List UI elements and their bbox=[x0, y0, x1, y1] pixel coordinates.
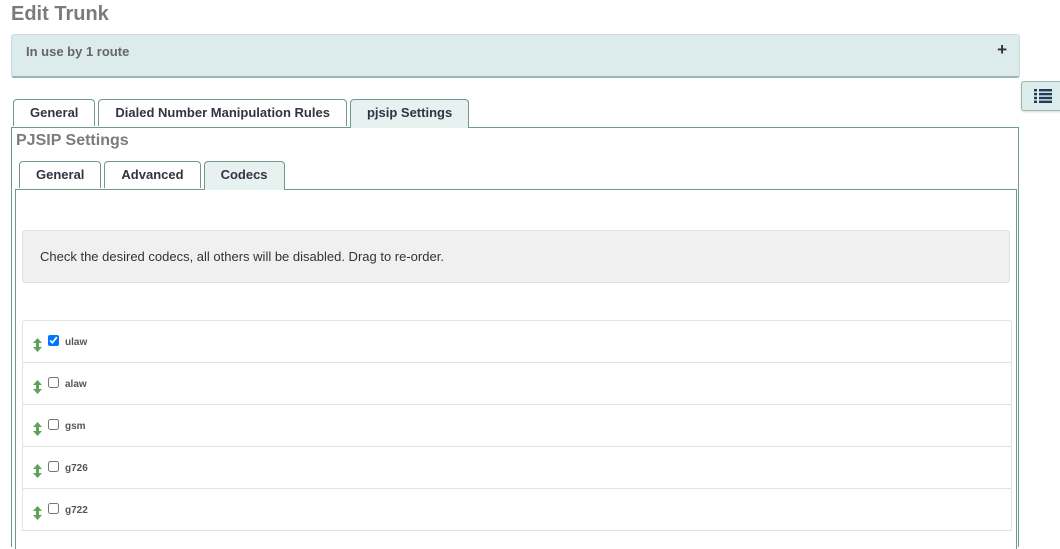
codec-row-g726[interactable]: g726 bbox=[23, 447, 1011, 489]
codec-checkbox-g726[interactable] bbox=[48, 461, 59, 472]
drag-arrows-icon[interactable] bbox=[33, 506, 42, 520]
tab-dialed-number-manipulation-rules[interactable]: Dialed Number Manipulation Rules bbox=[98, 99, 347, 126]
subtab-codecs[interactable]: Codecs bbox=[203, 161, 285, 190]
codec-label: ulaw bbox=[65, 337, 88, 348]
codec-row-ulaw[interactable]: ulaw bbox=[23, 321, 1011, 363]
codec-label: g726 bbox=[65, 463, 88, 474]
drag-arrows-icon[interactable] bbox=[33, 380, 42, 394]
codecs-help-text: Check the desired codecs, all others wil… bbox=[40, 249, 444, 264]
trunk-tabs: General Dialed Number Manipulation Rules… bbox=[13, 99, 472, 128]
codec-checkbox-gsm[interactable] bbox=[48, 419, 59, 430]
codec-checkbox-g722[interactable] bbox=[48, 503, 59, 514]
codec-list: ulaw alaw gsm g726 g722 bbox=[22, 320, 1012, 531]
codec-label: alaw bbox=[65, 379, 87, 390]
codec-row-alaw[interactable]: alaw bbox=[23, 363, 1011, 405]
page-title: Edit Trunk bbox=[11, 3, 109, 25]
codec-checkbox-ulaw[interactable] bbox=[48, 335, 59, 346]
list-icon bbox=[1034, 89, 1052, 103]
side-menu-toggle-button[interactable] bbox=[1021, 81, 1060, 111]
codec-row-g722[interactable]: g722 bbox=[23, 489, 1011, 531]
subtab-advanced[interactable]: Advanced bbox=[104, 161, 201, 188]
subtab-general[interactable]: General bbox=[19, 161, 102, 188]
expand-plus-icon[interactable]: + bbox=[997, 40, 1007, 60]
route-usage-text: In use by 1 route bbox=[26, 44, 130, 59]
pjsip-subtabs: General Advanced Codecs bbox=[19, 161, 288, 190]
codec-row-gsm[interactable]: gsm bbox=[23, 405, 1011, 447]
codec-label: gsm bbox=[65, 421, 86, 432]
tab-general[interactable]: General bbox=[13, 99, 96, 126]
drag-arrows-icon[interactable] bbox=[33, 422, 42, 436]
codec-checkbox-alaw[interactable] bbox=[48, 377, 59, 388]
codec-label: g722 bbox=[65, 505, 88, 516]
route-usage-panel[interactable]: In use by 1 route + bbox=[11, 34, 1020, 78]
section-title: PJSIP Settings bbox=[16, 132, 129, 149]
tab-pjsip-settings[interactable]: pjsip Settings bbox=[349, 99, 470, 128]
drag-arrows-icon[interactable] bbox=[33, 338, 42, 352]
codecs-help-box: Check the desired codecs, all others wil… bbox=[22, 230, 1010, 283]
drag-arrows-icon[interactable] bbox=[33, 464, 42, 478]
